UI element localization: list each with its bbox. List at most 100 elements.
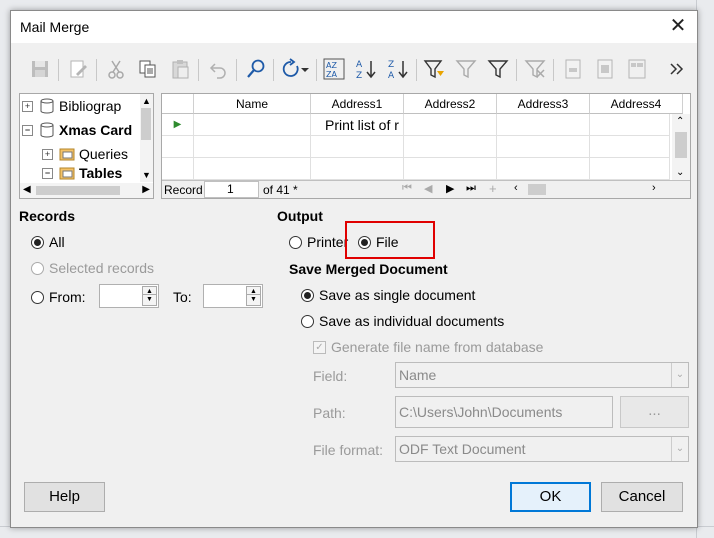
- undo-icon[interactable]: [205, 56, 231, 82]
- grid-vertical-scrollbar[interactable]: ⌃ ⌄: [672, 114, 690, 180]
- tree-item-tables[interactable]: − Tables: [42, 164, 122, 182]
- table-cell[interactable]: [311, 136, 404, 158]
- tree-item-bibliography[interactable]: + Bibliograp: [22, 94, 121, 118]
- reset-filter-icon[interactable]: [522, 56, 548, 82]
- record-navigator: Record 1 of 41 * ⏮ ◀ ▶ ⏭ + ‹ ›: [162, 180, 690, 198]
- table-cell[interactable]: [404, 114, 497, 136]
- title-bar: Mail Merge ✕: [11, 11, 697, 43]
- spin-down-icon[interactable]: ▼: [246, 294, 261, 306]
- table-cell[interactable]: [311, 158, 404, 180]
- autofilter-icon[interactable]: [421, 56, 447, 82]
- scroll-down-icon[interactable]: ⌄: [676, 167, 684, 178]
- file-format-combo[interactable]: ODF Text Document ⌄: [395, 436, 689, 462]
- more-options-icon[interactable]: [664, 56, 690, 82]
- save-individual-radio[interactable]: Save as individual documents: [301, 313, 504, 329]
- previous-record-icon[interactable]: ◀: [424, 182, 432, 195]
- data-to-fields-icon[interactable]: [592, 56, 618, 82]
- scroll-thumb[interactable]: [36, 186, 120, 195]
- scroll-thumb[interactable]: [528, 184, 546, 195]
- record-number-field[interactable]: 1: [204, 181, 259, 198]
- scroll-up-icon[interactable]: ⌃: [676, 116, 684, 127]
- table-cell[interactable]: [194, 114, 311, 136]
- table-cell[interactable]: [194, 136, 311, 158]
- save-merged-heading: Save Merged Document: [289, 261, 448, 277]
- collapse-icon[interactable]: −: [42, 167, 53, 179]
- sort-icon[interactable]: AZ ZA: [321, 56, 347, 82]
- data-source-tree[interactable]: + Bibliograp − Xmas Card + Queries − Tab…: [19, 93, 154, 199]
- data-to-text-icon[interactable]: [560, 56, 586, 82]
- row-header[interactable]: [162, 158, 194, 180]
- cut-icon[interactable]: [103, 56, 129, 82]
- scroll-thumb[interactable]: [675, 132, 687, 158]
- standard-filter-icon[interactable]: [485, 56, 511, 82]
- current-row-marker[interactable]: ▶: [162, 114, 194, 136]
- scroll-left-icon[interactable]: ‹: [514, 182, 518, 194]
- tree-item-xmas-card[interactable]: − Xmas Card: [22, 118, 132, 142]
- field-combo[interactable]: Name ⌄: [395, 362, 689, 388]
- help-button[interactable]: Help: [24, 482, 105, 512]
- expand-icon[interactable]: +: [22, 100, 33, 112]
- svg-text:A: A: [388, 71, 395, 80]
- paste-icon[interactable]: [167, 56, 193, 82]
- to-spinbox[interactable]: ▲ ▼: [203, 284, 263, 308]
- expand-icon[interactable]: +: [42, 148, 53, 160]
- column-header[interactable]: Address1: [311, 94, 404, 114]
- scroll-right-icon[interactable]: ▶: [142, 184, 150, 195]
- table-cell[interactable]: [497, 158, 590, 180]
- output-printer-radio[interactable]: Printer: [289, 234, 348, 250]
- checkbox-indicator: ✓: [313, 340, 326, 354]
- radio-label: Selected records: [49, 260, 155, 276]
- table-cell[interactable]: [404, 136, 497, 158]
- records-all-radio[interactable]: All: [31, 234, 65, 250]
- column-header[interactable]: Address4: [590, 94, 683, 114]
- copy-icon[interactable]: [135, 56, 161, 82]
- chevron-down-icon[interactable]: ⌄: [671, 363, 688, 387]
- from-spinbox[interactable]: ▲ ▼: [99, 284, 159, 308]
- generate-filename-checkbox[interactable]: ✓ Generate file name from database: [313, 339, 543, 355]
- path-field[interactable]: C:\Users\John\Documents: [395, 396, 613, 428]
- first-record-icon[interactable]: ⏮: [402, 182, 412, 195]
- sort-ascending-icon[interactable]: AZ: [353, 56, 379, 82]
- edit-data-icon[interactable]: [65, 56, 91, 82]
- explorer-icon[interactable]: [624, 56, 650, 82]
- last-record-icon[interactable]: ⏭: [466, 182, 476, 195]
- table-cell[interactable]: [497, 114, 590, 136]
- column-header[interactable]: Name: [194, 94, 311, 114]
- column-header[interactable]: Address3: [497, 94, 590, 114]
- table-cell[interactable]: [590, 136, 670, 158]
- data-grid[interactable]: Name Address1 Address2 Address3 Address4…: [161, 93, 691, 199]
- browse-path-button[interactable]: ...: [620, 396, 689, 428]
- spin-down-icon[interactable]: ▼: [142, 294, 157, 306]
- records-from-radio[interactable]: From:: [31, 289, 86, 305]
- cancel-button[interactable]: Cancel: [601, 482, 683, 512]
- table-cell[interactable]: [194, 158, 311, 180]
- apply-filter-icon[interactable]: [453, 56, 479, 82]
- scroll-right-icon[interactable]: ›: [652, 182, 656, 194]
- collapse-icon[interactable]: −: [22, 124, 33, 136]
- records-selected-radio[interactable]: Selected records: [31, 260, 154, 276]
- tree-item-queries[interactable]: + Queries: [42, 142, 128, 166]
- table-cell[interactable]: [497, 136, 590, 158]
- tree-horizontal-scrollbar[interactable]: ◀ ▶: [20, 183, 153, 198]
- column-header[interactable]: Address2: [404, 94, 497, 114]
- refresh-dropdown-icon[interactable]: [299, 56, 311, 82]
- chevron-down-icon[interactable]: ⌄: [671, 437, 688, 461]
- save-record-icon[interactable]: [27, 56, 53, 82]
- tree-vertical-scrollbar[interactable]: ▲ ▼: [140, 94, 153, 182]
- next-record-icon[interactable]: ▶: [446, 182, 454, 195]
- sort-descending-icon[interactable]: ZA: [385, 56, 411, 82]
- table-cell[interactable]: [590, 114, 670, 136]
- ok-button[interactable]: OK: [510, 482, 591, 512]
- table-cell[interactable]: Print list of r: [311, 114, 404, 136]
- save-single-radio[interactable]: Save as single document: [301, 287, 475, 303]
- new-record-icon[interactable]: +: [489, 181, 497, 196]
- scroll-left-icon[interactable]: ◀: [23, 184, 31, 195]
- table-cell[interactable]: [590, 158, 670, 180]
- table-cell[interactable]: [404, 158, 497, 180]
- scroll-thumb[interactable]: [141, 108, 151, 140]
- scroll-down-icon[interactable]: ▼: [142, 170, 151, 180]
- scroll-up-icon[interactable]: ▲: [142, 96, 151, 106]
- row-header[interactable]: [162, 136, 194, 158]
- close-icon[interactable]: ✕: [667, 15, 689, 37]
- find-record-icon[interactable]: [243, 56, 269, 82]
